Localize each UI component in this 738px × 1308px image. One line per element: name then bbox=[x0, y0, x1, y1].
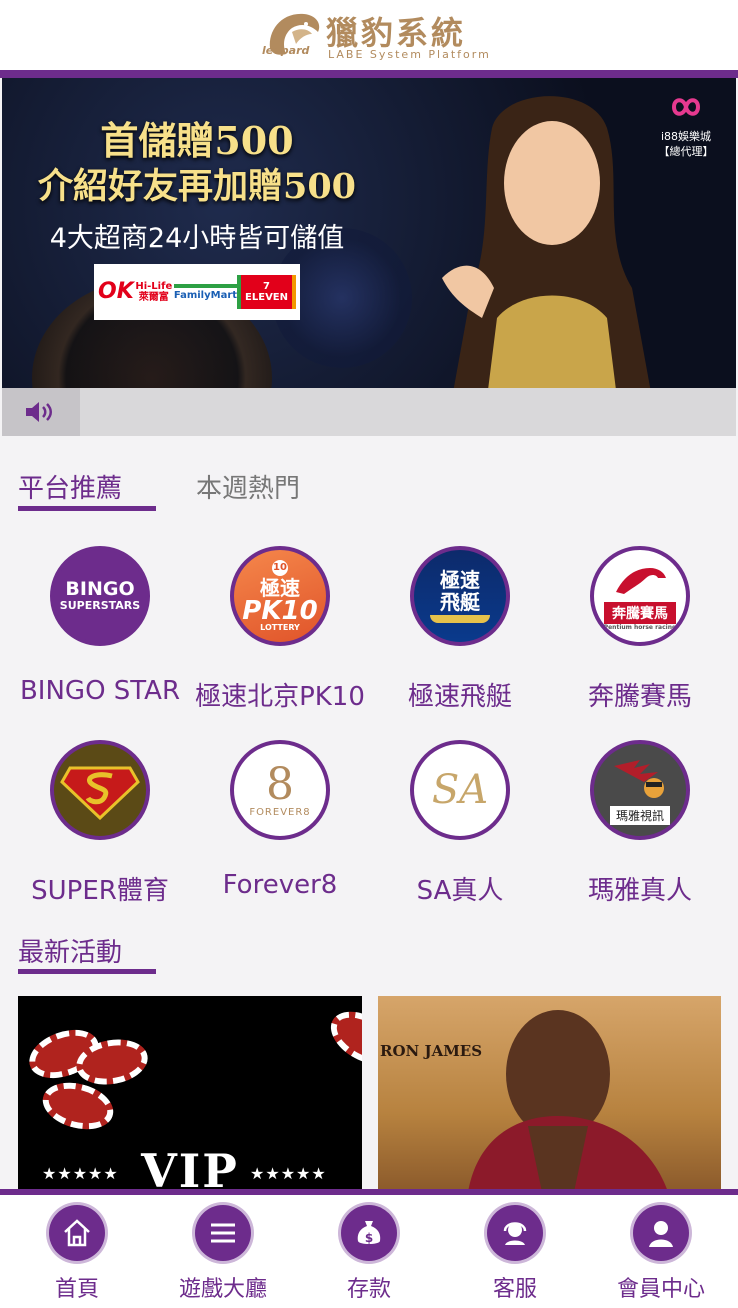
game-label: 奔騰賽馬 bbox=[587, 682, 692, 712]
bingo-icon-subtext: SUPERSTARS bbox=[59, 599, 141, 613]
store-logo-7eleven: 7 ELEVEN bbox=[237, 275, 296, 309]
promo-banner[interactable]: 首儲贈500 介紹好友再加贈500 4大超商24小時皆可儲值 OK Hi-Lif… bbox=[2, 78, 736, 388]
bingo-icon-text: BINGO bbox=[65, 578, 135, 601]
speedboat-icon: 極速 飛艇 bbox=[410, 546, 510, 646]
home-icon bbox=[49, 1205, 105, 1261]
support-icon bbox=[487, 1205, 543, 1261]
store-logo-hilife: Hi-Life 萊爾富 bbox=[135, 281, 173, 303]
tab-weekly-hot[interactable]: 本週熱門 bbox=[196, 468, 300, 505]
agent-role: 【總代理】 bbox=[658, 144, 714, 158]
nav-game-lobby-label: 遊戲大廳 bbox=[178, 1277, 267, 1302]
maya-live-icon: 瑪雅視訊 bbox=[590, 740, 690, 840]
announcement-marquee[interactable] bbox=[2, 388, 736, 436]
vip-stars-right: ★★★★★ bbox=[250, 1164, 327, 1183]
sa-icon-text: SA bbox=[431, 767, 489, 813]
svg-text:$: $ bbox=[365, 1231, 373, 1245]
nav-home-label: 首頁 bbox=[54, 1277, 99, 1302]
brand-subtitle: LABE System Platform bbox=[328, 48, 491, 61]
logo[interactable]: leopard 獵豹系統 LABE System Platform bbox=[262, 4, 492, 66]
sa-live-icon: SA bbox=[410, 740, 510, 840]
nav-deposit-label: 存款 bbox=[346, 1277, 391, 1302]
store-logo-familymart: FamilyMart bbox=[173, 283, 238, 301]
game-label: 瑪雅真人 bbox=[587, 876, 692, 906]
logo-word: leopard bbox=[262, 44, 310, 57]
speedboat-icon-text-2: 飛艇 bbox=[440, 590, 480, 614]
agent-badge: i88娛樂城 【總代理】 bbox=[648, 92, 724, 159]
menu-icon bbox=[195, 1205, 251, 1261]
banner-headline-2: 介紹好友再加贈500 bbox=[37, 166, 357, 207]
game-bingo-star[interactable]: BINGO SUPERSTARS BINGO STAR bbox=[10, 546, 190, 706]
latest-events-title: 最新活動 bbox=[18, 938, 123, 968]
pk10-icon-title: PK10 bbox=[242, 596, 318, 626]
super-sports-icon bbox=[50, 740, 150, 840]
speaker-icon bbox=[26, 402, 52, 422]
nav-member-center-label: 會員中心 bbox=[616, 1277, 705, 1302]
banner-headline-3: 4大超商24小時皆可儲值 bbox=[49, 223, 345, 254]
active-tab-indicator bbox=[18, 506, 156, 511]
tab-platform-recommend[interactable]: 平台推薦 bbox=[18, 468, 122, 505]
nav-support-label: 客服 bbox=[492, 1277, 537, 1302]
game-sa-live[interactable]: SA SA真人 bbox=[370, 740, 550, 907]
game-maya-live[interactable]: 瑪雅視訊 瑪雅真人 bbox=[550, 740, 730, 907]
horse-icon bbox=[615, 567, 666, 594]
promo-card-vip[interactable]: ★★★★★ VIP ★★★★★ bbox=[18, 996, 362, 1192]
bingo-star-icon: BINGO SUPERSTARS bbox=[50, 546, 150, 646]
horse-icon-subtext: Pentium horse racing bbox=[603, 623, 677, 631]
nav-game-lobby[interactable]: 遊戲大廳 bbox=[150, 1205, 296, 1303]
agent-name: i88娛樂城 bbox=[660, 130, 712, 144]
boat-shape bbox=[430, 615, 490, 623]
game-forever8[interactable]: 8 FOREVER8 Forever8 bbox=[190, 740, 370, 900]
game-super-sports[interactable]: SUPER體育 bbox=[10, 740, 190, 907]
page: leopard 獵豹系統 LABE System Platform 首儲贈500… bbox=[0, 0, 738, 1308]
infinity-logo-icon bbox=[671, 98, 701, 116]
game-label: 極速飛艇 bbox=[407, 682, 512, 712]
horse-racing-icon: 奔騰賽馬 Pentium horse racing bbox=[590, 546, 690, 646]
nav-member-center[interactable]: 會員中心 bbox=[588, 1205, 734, 1303]
convenience-store-logos: OK Hi-Life 萊爾富 FamilyMart 7 ELEVEN bbox=[94, 264, 300, 320]
casino-chip-graphic bbox=[321, 1000, 362, 1076]
pk10-icon: 10 極速 PK10 LOTTERY bbox=[230, 546, 330, 646]
banner-headline-1: 首儲贈500 bbox=[100, 118, 294, 163]
bottom-navigation: 首頁 遊戲大廳 $ 存款 客服 會員中心 bbox=[0, 1195, 738, 1308]
game-label: Forever8 bbox=[222, 870, 338, 900]
forever8-icon-text: FOREVER8 bbox=[249, 806, 311, 818]
maya-icon-text: 瑪雅視訊 bbox=[610, 805, 670, 825]
game-speedboat[interactable]: 極速 飛艇 極速飛艇 bbox=[370, 546, 550, 713]
game-label: SA真人 bbox=[416, 876, 504, 906]
speedboat-icon-text-1: 極速 bbox=[440, 568, 480, 592]
game-horse-racing[interactable]: 奔騰賽馬 Pentium horse racing 奔騰賽馬 bbox=[550, 546, 730, 713]
forever8-icon-mark: 8 bbox=[265, 758, 294, 810]
user-icon bbox=[633, 1205, 689, 1261]
horse-icon-text: 奔騰賽馬 bbox=[603, 601, 677, 624]
nav-deposit[interactable]: $ 存款 bbox=[296, 1205, 442, 1303]
speaker-button[interactable] bbox=[2, 388, 80, 436]
nav-home[interactable]: 首頁 bbox=[4, 1205, 150, 1303]
header: leopard 獵豹系統 LABE System Platform bbox=[0, 0, 738, 72]
forever8-icon: 8 FOREVER8 bbox=[230, 740, 330, 840]
game-label: 極速北京PK10 bbox=[195, 682, 365, 712]
game-label: BINGO STAR bbox=[19, 676, 181, 706]
superman-shield-icon bbox=[60, 766, 140, 820]
promo-card-lebron[interactable]: RON JAMES bbox=[378, 996, 721, 1192]
pk10-icon-text: 極速 bbox=[259, 576, 300, 600]
game-label: SUPER體育 bbox=[31, 876, 169, 906]
basketball-player-image bbox=[468, 1010, 668, 1192]
nav-support[interactable]: 客服 bbox=[442, 1205, 588, 1303]
money-bag-icon: $ bbox=[341, 1205, 397, 1261]
header-divider bbox=[0, 70, 738, 78]
store-logo-ok: OK bbox=[98, 278, 134, 304]
game-pk10[interactable]: 10 極速 PK10 LOTTERY 極速北京PK10 bbox=[190, 546, 370, 713]
pk10-badge: 10 bbox=[271, 560, 288, 576]
latest-events-underline bbox=[18, 969, 156, 974]
maya-headdress-icon bbox=[614, 759, 664, 798]
